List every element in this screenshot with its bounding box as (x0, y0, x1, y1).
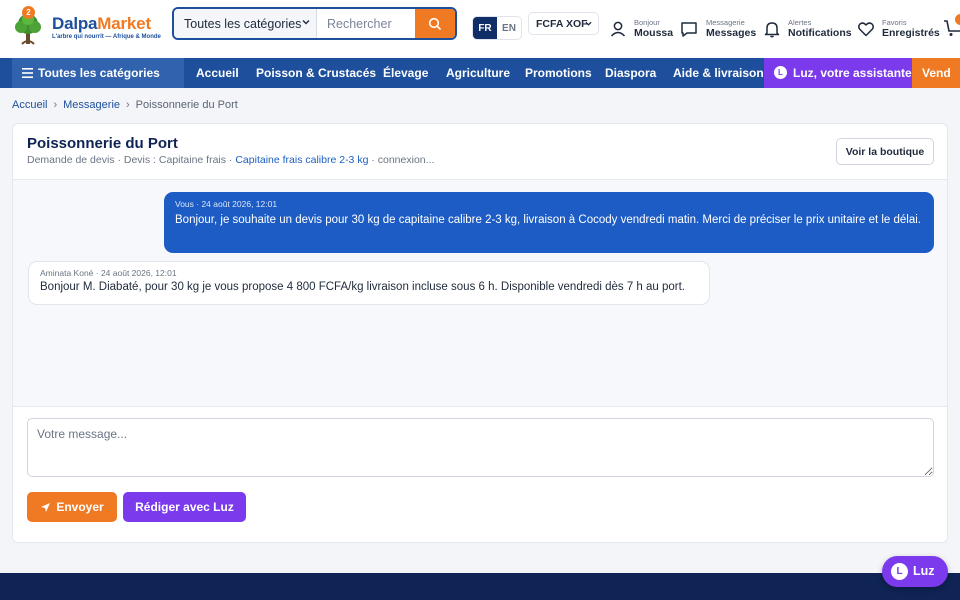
luz-assistant-button[interactable]: L Luz, votre assistante (764, 58, 912, 88)
account-link[interactable]: Bonjour Moussa (608, 16, 673, 42)
message-icon (681, 22, 697, 37)
lang-fr[interactable]: FR (473, 17, 497, 39)
message-text: Bonjour, je souhaite un devis pour 30 kg… (175, 214, 921, 226)
breadcrumb: Accueil › Messagerie › Poissonnerie du Port (12, 99, 238, 111)
nav-link-aide[interactable]: Aide & livraison (673, 66, 764, 80)
breadcrumb-current: Poissonnerie du Port (135, 99, 238, 111)
luz-floating-button[interactable]: L Luz (882, 556, 948, 587)
message-meta: Vous · 24 août 2026, 12:01 (175, 199, 278, 209)
footer (0, 573, 960, 600)
chevron-down-icon (302, 20, 310, 25)
user-icon (610, 21, 626, 37)
conversation-card: Poissonnerie du Port Demande de devis · … (12, 123, 948, 543)
currency-select[interactable]: FCFA XOF (528, 12, 599, 35)
search-input[interactable] (317, 9, 415, 38)
message-received: Aminata Koné · 24 août 2026, 12:01 Bonjo… (28, 261, 710, 305)
view-shop-button[interactable]: Voir la boutique (836, 138, 934, 165)
message-sent: Vous · 24 août 2026, 12:01 Bonjour, je s… (164, 192, 934, 253)
menu-icon (22, 68, 33, 78)
messages-link[interactable]: Messagerie Messages (679, 16, 756, 42)
product-link[interactable]: Capitaine frais calibre 2-3 kg (235, 154, 368, 166)
notifications-link[interactable]: Alertes Notifications (762, 16, 852, 42)
nav-link-agriculture[interactable]: Agriculture (446, 66, 510, 80)
header: 2 DalpaMarket L'arbre qui nourrit — Afri… (0, 0, 960, 58)
message-composer: Envoyer Rédiger avec Luz (13, 406, 947, 542)
nav-link-elevage[interactable]: Élevage (383, 66, 428, 80)
nav-link-poisson[interactable]: Poisson & Crustacés (256, 66, 376, 80)
heart-icon (858, 22, 874, 37)
conversation-subtitle: Demande de devis · Devis : Capitaine fra… (27, 154, 435, 166)
search-category-select[interactable]: Toutes les catégories (174, 9, 317, 38)
sell-button[interactable]: Vend (912, 58, 960, 88)
all-categories-button[interactable]: Toutes les catégories (12, 58, 184, 88)
send-icon (41, 502, 51, 512)
luz-avatar-icon: L (774, 66, 787, 79)
nav-link-promotions[interactable]: Promotions (525, 66, 592, 80)
logo-text: DalpaMarket (52, 14, 151, 33)
message-text: Bonjour M. Diabaté, pour 30 kg je vous p… (40, 281, 686, 293)
language-switch: FR EN (472, 16, 522, 40)
message-meta: Aminata Koné · 24 août 2026, 12:01 (40, 268, 177, 278)
luz-avatar-icon: L (891, 563, 908, 580)
nav-link-accueil[interactable]: Accueil (196, 66, 239, 80)
cart-badge (955, 14, 960, 25)
chevron-right-icon: › (53, 99, 58, 111)
conversation-title: Poissonnerie du Port (27, 135, 178, 152)
main-nav: Toutes les catégories Accueil Poisson & … (0, 58, 960, 88)
breadcrumb-messaging[interactable]: Messagerie (63, 99, 120, 111)
message-thread[interactable]: Vous · 24 août 2026, 12:01 Bonjour, je s… (13, 180, 947, 406)
breadcrumb-home[interactable]: Accueil (12, 99, 47, 111)
logo-tagline: L'arbre qui nourrit — Afrique & Monde (52, 34, 161, 40)
message-input[interactable] (27, 418, 934, 477)
send-button[interactable]: Envoyer (27, 492, 117, 522)
chevron-down-icon (585, 21, 592, 26)
lang-en[interactable]: EN (497, 17, 521, 39)
search-icon (428, 17, 442, 30)
favorites-link[interactable]: Favoris Enregistrés (856, 16, 940, 42)
search-bar: Toutes les catégories (172, 7, 457, 40)
search-button[interactable] (415, 9, 455, 38)
notification-badge: 2 (22, 6, 35, 19)
write-with-luz-button[interactable]: Rédiger avec Luz (123, 492, 246, 522)
bell-icon (764, 22, 780, 38)
nav-link-diaspora[interactable]: Diaspora (605, 66, 656, 80)
conversation-header: Poissonnerie du Port Demande de devis · … (13, 124, 947, 180)
chevron-right-icon: › (126, 99, 130, 111)
